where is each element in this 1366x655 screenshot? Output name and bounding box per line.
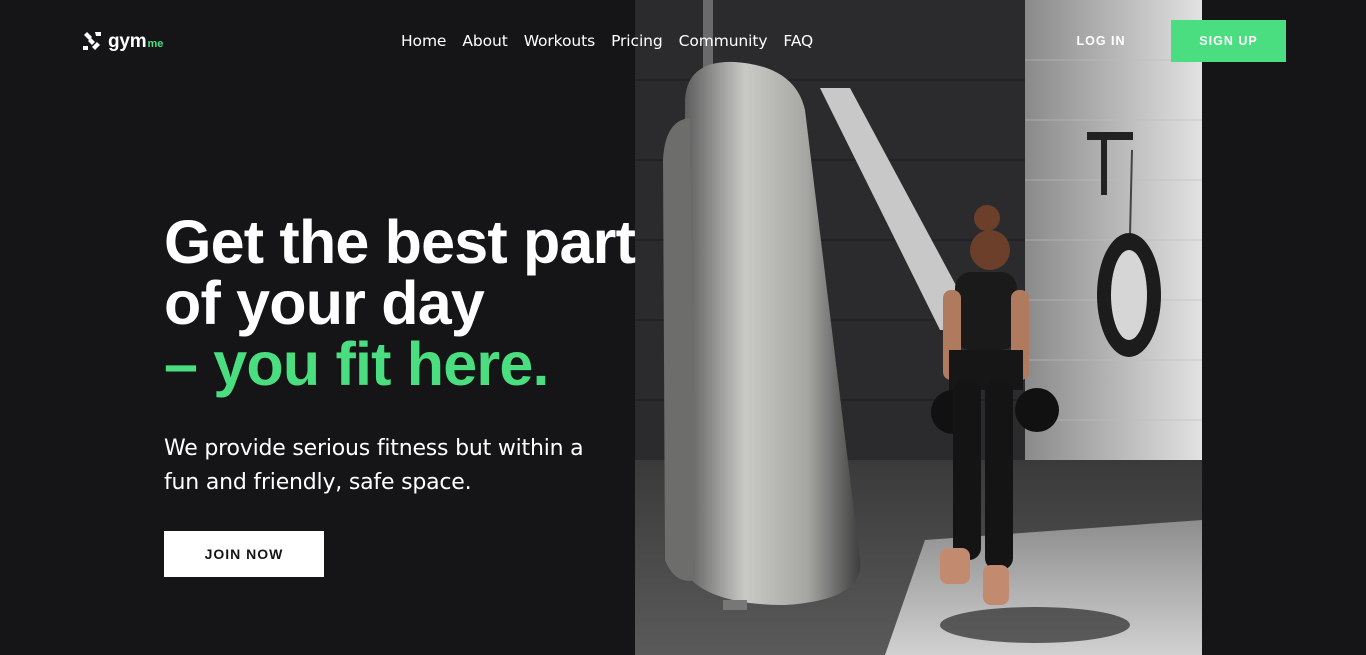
hero-photo-illustration: [635, 0, 1202, 655]
hero-photo: [635, 0, 1202, 655]
nav-item-faq[interactable]: FAQ: [783, 30, 813, 52]
nav-item-pricing[interactable]: Pricing: [611, 30, 663, 52]
signup-button[interactable]: SIGN UP: [1171, 20, 1286, 62]
gymme-logo-icon: [83, 32, 101, 50]
brand-suffix: me: [147, 38, 164, 50]
nav-item-workouts[interactable]: Workouts: [524, 30, 595, 52]
login-button[interactable]: LOG IN: [1065, 30, 1137, 52]
nav-item-about[interactable]: About: [462, 30, 507, 52]
nav-item-community[interactable]: Community: [679, 30, 768, 52]
hero-headline: Get the best part of your day – you fit …: [164, 212, 704, 395]
hero-headline-line-2: of your day: [164, 269, 485, 337]
landing-page: gym me Home About Workouts Pricing Commu…: [0, 0, 1366, 655]
brand-name: gym: [108, 30, 147, 52]
main-nav: Home About Workouts Pricing Community FA…: [401, 30, 813, 52]
brand-logo[interactable]: gym me: [80, 28, 163, 54]
join-now-button[interactable]: JOIN NOW: [164, 531, 324, 577]
hero-headline-accent: – you fit here.: [164, 330, 549, 398]
hero-headline-line-1: Get the best part: [164, 208, 636, 276]
hero-subtext: We provide serious fitness but within a …: [164, 436, 584, 495]
site-header: gym me Home About Workouts Pricing Commu…: [0, 0, 1366, 82]
nav-item-home[interactable]: Home: [401, 30, 446, 52]
